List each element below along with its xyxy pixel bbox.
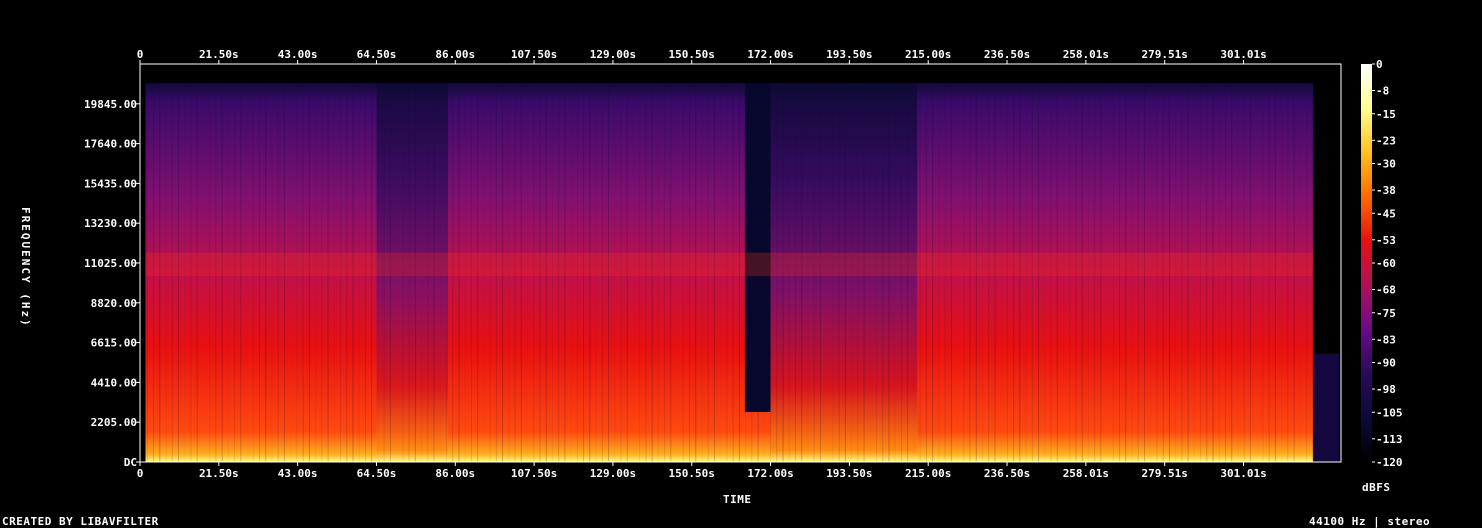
y-tick-label: 8820.00 — [91, 297, 137, 310]
colorbar-tick-label: -23 — [1376, 134, 1396, 147]
y-tick-label: 15435.00 — [84, 177, 137, 190]
colorbar-tick-label: -60 — [1376, 257, 1396, 270]
decay-tail — [1313, 353, 1339, 462]
x-tick-label: 172.00s — [747, 467, 793, 480]
x-axis-label: TIME — [723, 493, 752, 506]
x-tick-label: 21.50s — [199, 48, 239, 61]
y-tick-label: 2205.00 — [91, 416, 137, 429]
x-tick-label: 129.00s — [590, 48, 636, 61]
x-tick-label: 64.50s — [357, 48, 397, 61]
x-tick-label: 301.01s — [1220, 48, 1266, 61]
x-tick-label: 86.00s — [435, 48, 475, 61]
y-tick-label: 19845.00 — [84, 98, 137, 111]
energy-band — [145, 252, 1314, 277]
x-tick-label: 258.01s — [1063, 467, 1109, 480]
y-tick-label: DC — [124, 456, 137, 469]
x-tick-label: 279.51s — [1142, 48, 1188, 61]
colorbar-tick-label: -68 — [1376, 284, 1396, 297]
y-axis: DC 2205.00 4410.00 6615.00 8820.00 11025.00 13… — [84, 98, 140, 469]
x-axis-top: 0 21.50s 43.00s 64.50s 86.00s 107.50s 129.00s 1… — [137, 48, 1267, 64]
colorbar-tick-label: -105 — [1376, 406, 1403, 419]
colorbar-tick-label: -30 — [1376, 158, 1396, 171]
x-tick-label: 0 — [137, 48, 144, 61]
x-tick-label: 150.50s — [669, 48, 715, 61]
x-tick-label: 43.00s — [278, 48, 318, 61]
x-tick-label: 301.01s — [1220, 467, 1266, 480]
y-tick-label: 4410.00 — [91, 376, 137, 389]
x-tick-label: 43.00s — [278, 467, 318, 480]
x-tick-label: 193.50s — [826, 48, 872, 61]
colorbar-tick-label: -113 — [1376, 433, 1403, 446]
y-tick-label: 13230.00 — [84, 217, 137, 230]
x-tick-label: 258.01s — [1063, 48, 1109, 61]
colorbar-tick-label: -90 — [1376, 357, 1396, 370]
x-tick-label: 129.00s — [590, 467, 636, 480]
x-axis-bottom: 0 21.50s 43.00s 64.50s 86.00s 107.50s 129.00s 1… — [137, 462, 1267, 480]
y-axis-label: FREQUENCY (Hz) — [19, 207, 32, 328]
colorbar-tick-label: -15 — [1376, 108, 1396, 121]
y-tick-label: 11025.00 — [84, 257, 137, 270]
colorbar-tick-label: -98 — [1376, 383, 1396, 396]
x-tick-label: 215.00s — [905, 467, 951, 480]
colorbar-tick-label: -8 — [1376, 85, 1389, 98]
x-tick-label: 107.50s — [511, 48, 557, 61]
colorbar-unit-label: dBFS — [1362, 481, 1391, 494]
x-tick-label: 86.00s — [435, 467, 475, 480]
colorbar: 0 -8 -15 -23 -30 -38 -45 -53 -60 -68 -75 -83 -90 -98 -… — [1361, 58, 1403, 469]
x-tick-label: 193.50s — [826, 467, 872, 480]
x-tick-label: 64.50s — [357, 467, 397, 480]
x-tick-label: 21.50s — [199, 467, 239, 480]
spectrogram-chart: 0 21.50s 43.00s 64.50s 86.00s 107.50s 129.00s 1… — [84, 48, 1403, 480]
audio-info-text: 44100 Hz | stereo — [1309, 515, 1431, 528]
colorbar-tick-label: -75 — [1376, 307, 1396, 320]
x-tick-label: 107.50s — [511, 467, 557, 480]
colorbar-tick-label: 0 — [1376, 58, 1383, 71]
x-tick-label: 0 — [137, 467, 144, 480]
colorbar-tick-label: -38 — [1376, 184, 1396, 197]
spectrogram-plot-area — [139, 63, 1342, 463]
y-tick-label: 6615.00 — [91, 337, 137, 350]
colorbar-tick-label: -120 — [1376, 456, 1403, 469]
colorbar-tick-label: -45 — [1376, 207, 1396, 220]
colorbar-tick-label: -83 — [1376, 333, 1396, 346]
x-tick-label: 236.50s — [984, 48, 1030, 61]
x-tick-label: 236.50s — [984, 467, 1030, 480]
x-tick-label: 172.00s — [747, 48, 793, 61]
y-tick-label: 17640.00 — [84, 138, 137, 151]
colorbar-tick-label: -53 — [1376, 234, 1396, 247]
x-tick-label: 279.51s — [1142, 467, 1188, 480]
x-tick-label: 215.00s — [905, 48, 951, 61]
x-tick-label: 150.50s — [669, 467, 715, 480]
credit-text: CREATED BY LIBAVFILTER — [2, 515, 159, 528]
colorbar-scale — [1361, 64, 1372, 462]
